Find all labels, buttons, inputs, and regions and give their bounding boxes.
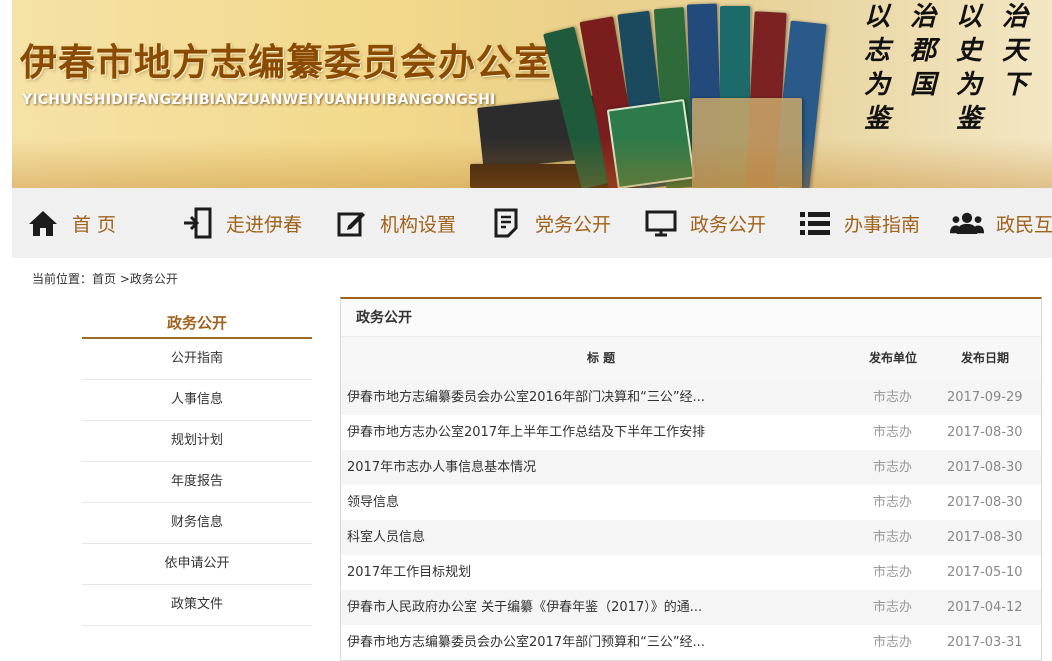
date-cell: 2017-09-29	[947, 390, 1023, 405]
calligraphy-column: 以志为鉴	[863, 2, 890, 134]
nav-label: 机构设置	[380, 213, 457, 236]
column-header-title: 标 题	[587, 351, 616, 365]
sidebar-item-planning[interactable]: 规划计划	[82, 421, 312, 462]
publisher-cell: 市志办	[873, 565, 913, 580]
nav-item-home[interactable]: 首 页	[26, 188, 116, 258]
date-cell: 2017-08-30	[947, 460, 1023, 475]
table-row: 伊春市地方志编纂委员会办公室2016年部门决算和“三公”经... 市志办 201…	[341, 380, 1041, 415]
nav-item-party[interactable]: 党务公开	[489, 188, 611, 258]
sidebar-item-guide[interactable]: 公开指南	[82, 339, 312, 380]
date-cell: 2017-08-30	[947, 530, 1023, 545]
nav-label: 政民互	[996, 213, 1052, 236]
publisher-cell: 市志办	[873, 425, 913, 440]
book-spine	[686, 3, 724, 188]
nav-label: 走进伊春	[226, 213, 303, 236]
book-spine	[470, 164, 640, 188]
date-cell: 2017-08-30	[947, 425, 1023, 440]
breadcrumb-current: 政务公开	[129, 272, 178, 286]
home-icon	[26, 206, 60, 240]
article-link[interactable]: 伊春市地方志编纂委员会办公室2017年部门预算和“三公”经...	[347, 625, 847, 660]
column-header-unit: 发布单位	[869, 351, 918, 365]
nav-item-interaction[interactable]: 政民互	[950, 188, 1052, 258]
nav-label: 政务公开	[690, 213, 767, 236]
document-icon	[489, 206, 523, 240]
people-icon	[950, 206, 984, 240]
monitor-icon	[644, 206, 678, 240]
breadcrumb-separator: >	[116, 272, 130, 286]
table-row: 伊春市地方志编纂委员会办公室2017年部门预算和“三公”经... 市志办 201…	[341, 625, 1041, 660]
publisher-cell: 市志办	[873, 600, 913, 615]
calligraphy-poem: 治天下 以史为鉴 治郡国 以志为鉴	[850, 0, 1050, 134]
article-link[interactable]: 领导信息	[347, 485, 847, 520]
table-row: 科室人员信息 市志办 2017-08-30	[341, 520, 1041, 555]
header-banner: 伊春市地方志编纂委员会办公室 YICHUNSHIDIFANGZHIBIANZUA…	[12, 0, 1052, 188]
sidebar-item-finance[interactable]: 财务信息	[82, 503, 312, 544]
page: 伊春市地方志编纂委员会办公室 YICHUNSHIDIFANGZHIBIANZUA…	[0, 0, 1052, 661]
publisher-cell: 市志办	[873, 460, 913, 475]
nav-item-organization[interactable]: 机构设置	[334, 188, 456, 258]
date-cell: 2017-04-12	[947, 600, 1023, 615]
book-cover	[606, 98, 696, 188]
table-row: 领导信息 市志办 2017-08-30	[341, 485, 1041, 520]
book-spine	[720, 6, 750, 188]
article-link[interactable]: 科室人员信息	[347, 520, 847, 555]
nav-label: 首 页	[72, 213, 117, 236]
nav-label: 党务公开	[535, 213, 612, 236]
sidebar-item-annual-report[interactable]: 年度报告	[82, 462, 312, 503]
edit-icon	[334, 206, 368, 240]
publisher-cell: 市志办	[873, 495, 913, 510]
table-header: 标 题 发布单位 发布日期	[341, 337, 1041, 380]
enter-icon	[180, 206, 214, 240]
panel-title: 政务公开	[341, 299, 1041, 337]
date-cell: 2017-08-30	[947, 495, 1023, 510]
sidebar-item-policy[interactable]: 政策文件	[82, 585, 312, 626]
nav-item-about[interactable]: 走进伊春	[180, 188, 302, 258]
column-header-date: 发布日期	[961, 351, 1010, 365]
sidebar: 政务公开 公开指南 人事信息 规划计划 年度报告 财务信息 依申请公开 政策文件	[82, 310, 312, 626]
date-cell: 2017-03-31	[947, 635, 1023, 650]
breadcrumb: 当前位置：首页 >政务公开	[32, 270, 178, 287]
site-pinyin: YICHUNSHIDIFANGZHIBIANZUANWEIYUANHUIBANG…	[22, 92, 496, 108]
table-row: 2017年工作目标规划 市志办 2017-05-10	[341, 555, 1041, 590]
breadcrumb-home-link[interactable]: 首页	[92, 272, 116, 286]
publisher-cell: 市志办	[873, 390, 913, 405]
article-link[interactable]: 伊春市地方志办公室2017年上半年工作总结及下半年工作安排	[347, 415, 847, 450]
calligraphy-column: 治天下	[1001, 2, 1028, 100]
list-icon	[798, 206, 832, 240]
breadcrumb-prefix: 当前位置：	[32, 272, 93, 286]
publisher-cell: 市志办	[873, 530, 913, 545]
article-link[interactable]: 伊春市地方志编纂委员会办公室2016年部门决算和“三公”经...	[347, 380, 847, 415]
books-illustration	[462, 0, 862, 188]
table-row: 伊春市人民政府办公室 关于编纂《伊春年鉴（2017）》的通... 市志办 201…	[341, 590, 1041, 625]
table-body: 伊春市地方志编纂委员会办公室2016年部门决算和“三公”经... 市志办 201…	[341, 380, 1041, 660]
article-link[interactable]: 伊春市人民政府办公室 关于编纂《伊春年鉴（2017）》的通...	[347, 590, 847, 625]
date-cell: 2017-05-10	[947, 565, 1023, 580]
calligraphy-column: 治郡国	[909, 2, 936, 100]
sidebar-title: 政务公开	[82, 310, 312, 339]
table-row: 伊春市地方志办公室2017年上半年工作总结及下半年工作安排 市志办 2017-0…	[341, 415, 1041, 450]
main-nav: 首 页 走进伊春 机构设置 党务公开 政务公开 办事指南 政民互	[12, 188, 1052, 258]
nav-item-government[interactable]: 政务公开	[644, 188, 766, 258]
table-row: 2017年市志办人事信息基本情况 市志办 2017-08-30	[341, 450, 1041, 485]
main-panel: 政务公开 标 题 发布单位 发布日期 伊春市地方志编纂委员会办公室2016年部门…	[340, 297, 1042, 661]
article-link[interactable]: 2017年市志办人事信息基本情况	[347, 450, 847, 485]
article-link[interactable]: 2017年工作目标规划	[347, 555, 847, 590]
sidebar-item-personnel[interactable]: 人事信息	[82, 380, 312, 421]
nav-label: 办事指南	[844, 213, 921, 236]
nav-item-guide[interactable]: 办事指南	[798, 188, 920, 258]
sidebar-item-request[interactable]: 依申请公开	[82, 544, 312, 585]
book-cover	[692, 98, 802, 188]
calligraphy-column: 以史为鉴	[955, 2, 982, 134]
publisher-cell: 市志办	[873, 635, 913, 650]
